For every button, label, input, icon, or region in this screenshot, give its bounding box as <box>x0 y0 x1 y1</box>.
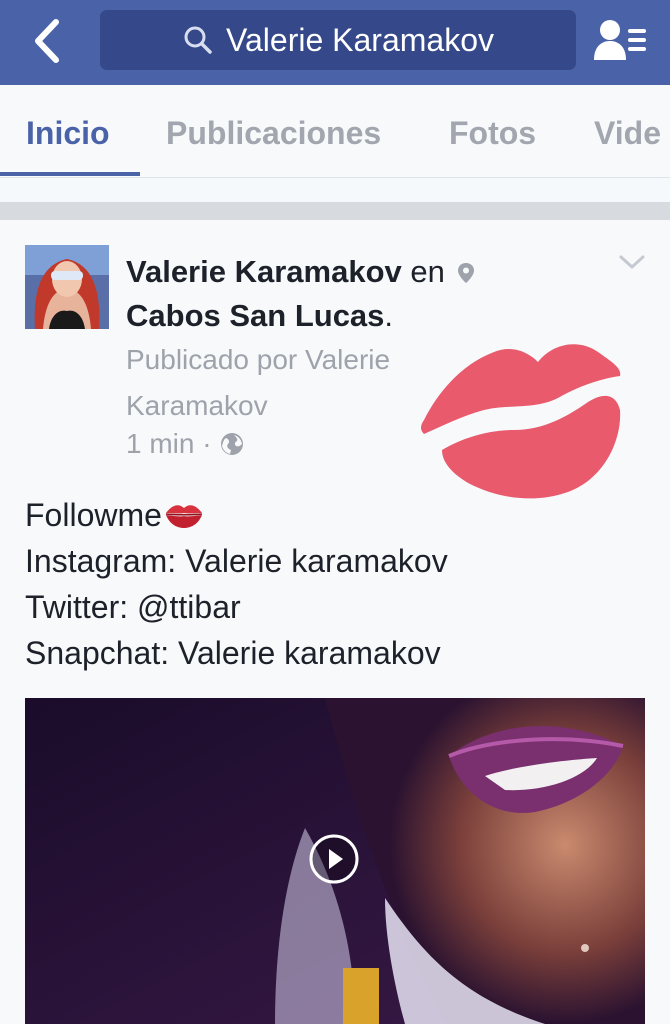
profile-tabs: Inicio Publicaciones Fotos Vide <box>0 85 670 178</box>
tab-inicio[interactable]: Inicio <box>26 115 110 152</box>
post-line: Instagram: Valerie karamakov <box>25 543 448 579</box>
chevron-left-icon <box>35 19 59 63</box>
kiss-emoji <box>165 505 203 528</box>
post-body: Followme Instagram: Valerie karamakov Tw… <box>25 492 645 676</box>
play-icon[interactable] <box>308 833 360 885</box>
tab-fotos[interactable]: Fotos <box>449 115 536 152</box>
post-line: Twitter: @ttibar <box>25 589 241 625</box>
location-name[interactable]: Cabos San Lucas <box>126 298 384 333</box>
search-text: Valerie Karamakov <box>226 21 494 58</box>
search-icon <box>184 26 212 54</box>
kiss-lips-icon <box>421 344 621 499</box>
section-divider <box>0 202 670 220</box>
post-header: Valerie Karamakov en Cabos San Lucas. <box>126 250 546 338</box>
search-field[interactable]: Valerie Karamakov <box>100 10 576 70</box>
post-line: Snapchat: Valerie karamakov <box>25 635 441 671</box>
post-card: Valerie Karamakov en Cabos San Lucas. Pu… <box>0 220 670 1024</box>
friend-request-icon <box>594 20 646 60</box>
posted-by: Publicado por Valerie Karamakov <box>126 344 391 421</box>
top-bar: Valerie Karamakov <box>0 0 670 85</box>
video-thumbnail[interactable] <box>25 698 645 1024</box>
connector-text: en <box>410 254 445 289</box>
active-tab-indicator <box>0 172 140 176</box>
post-timestamp: 1 min · <box>126 428 244 460</box>
avatar[interactable] <box>25 245 109 329</box>
post-line: Followme <box>25 492 645 538</box>
author-name[interactable]: Valerie Karamakov <box>126 254 402 289</box>
location-suffix: . <box>384 298 394 333</box>
time-text: 1 min <box>126 428 195 459</box>
dot-separator: · <box>202 428 212 459</box>
tab-videos[interactable]: Vide <box>594 115 661 152</box>
back-button[interactable] <box>26 16 70 66</box>
globe-icon <box>220 433 243 455</box>
chevron-down-icon[interactable] <box>618 252 646 272</box>
friend-request-button[interactable] <box>594 18 648 62</box>
tab-publicaciones[interactable]: Publicaciones <box>166 115 381 152</box>
location-pin-icon <box>458 263 475 283</box>
